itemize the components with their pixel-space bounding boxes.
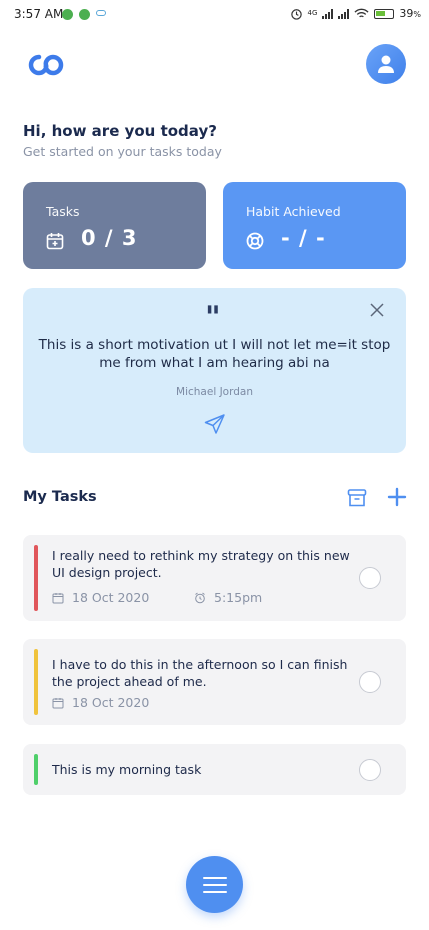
task-title: This is my morning task bbox=[52, 762, 202, 777]
add-task-icon[interactable] bbox=[386, 486, 408, 508]
send-icon[interactable] bbox=[203, 412, 227, 436]
greeting-title: Hi, how are you today? bbox=[23, 122, 217, 140]
app-logo-icon bbox=[26, 50, 66, 80]
task-complete-checkbox[interactable] bbox=[359, 671, 381, 693]
alarm-clock-icon bbox=[195, 592, 205, 603]
task-card[interactable]: I have to do this in the afternoon so I … bbox=[23, 639, 406, 725]
my-tasks-title: My Tasks bbox=[23, 489, 97, 505]
notification-icon bbox=[79, 9, 90, 20]
app-notification-icon bbox=[96, 10, 106, 16]
task-card[interactable]: This is my morning task bbox=[23, 744, 406, 795]
close-icon[interactable] bbox=[368, 301, 386, 319]
status-bar: 3:57 AM 4G 39% bbox=[0, 0, 429, 30]
tasks-card-label: Tasks bbox=[46, 204, 80, 219]
quote-mark: " bbox=[205, 300, 221, 335]
archive-icon[interactable] bbox=[346, 487, 368, 509]
profile-avatar-button[interactable] bbox=[366, 44, 406, 84]
signal-icon bbox=[338, 8, 350, 19]
greeting-subtitle: Get started on your tasks today bbox=[23, 144, 222, 159]
status-icons: 4G 39% bbox=[290, 7, 421, 20]
calendar-icon bbox=[52, 592, 64, 603]
tasks-card-value: 0 / 3 bbox=[81, 226, 138, 250]
battery-unit: % bbox=[413, 10, 421, 19]
habit-card-label: Habit Achieved bbox=[246, 204, 341, 219]
calendar-icon bbox=[52, 697, 64, 708]
task-date-text: 18 Oct 2020 bbox=[72, 695, 150, 710]
task-title: I really need to rethink my strategy on … bbox=[52, 548, 350, 580]
task-complete-checkbox[interactable] bbox=[359, 567, 381, 589]
task-priority-bar bbox=[34, 545, 38, 611]
task-title: I have to do this in the afternoon so I … bbox=[52, 657, 348, 689]
hamburger-menu-icon bbox=[202, 876, 227, 893]
task-priority-bar bbox=[34, 754, 38, 785]
lifebuoy-icon bbox=[246, 232, 264, 250]
tasks-summary-card[interactable]: Tasks 0 / 3 bbox=[23, 182, 206, 269]
task-time: 5:15pm bbox=[194, 590, 262, 605]
task-card[interactable]: I really need to rethink my strategy on … bbox=[23, 535, 406, 621]
quote-text: This is a short motivation ut I will not… bbox=[38, 337, 391, 371]
motivation-quote-card: " This is a short motivation ut I will n… bbox=[23, 288, 406, 453]
task-complete-checkbox[interactable] bbox=[359, 759, 381, 781]
notification-icon bbox=[62, 9, 73, 20]
habit-card-value: - / - bbox=[281, 226, 326, 250]
status-time: 3:57 AM bbox=[14, 7, 64, 21]
task-priority-bar bbox=[34, 649, 38, 715]
wifi-icon bbox=[354, 8, 369, 17]
battery-level: 39 bbox=[399, 7, 414, 20]
signal-icon bbox=[322, 8, 334, 19]
task-date: 18 Oct 2020 bbox=[52, 695, 149, 710]
task-date: 18 Oct 2020 bbox=[52, 590, 149, 605]
battery-icon bbox=[374, 8, 395, 19]
quote-author: Michael Jordan bbox=[176, 386, 253, 398]
menu-button[interactable] bbox=[186, 856, 243, 913]
task-date-text: 18 Oct 2020 bbox=[72, 590, 150, 605]
habit-summary-card[interactable]: Habit Achieved - / - bbox=[223, 182, 406, 269]
network-badge: 4G bbox=[307, 9, 318, 17]
user-icon bbox=[378, 55, 394, 73]
task-time-text: 5:15pm bbox=[214, 590, 263, 605]
calendar-plus-icon bbox=[46, 233, 64, 250]
alarm-icon bbox=[290, 9, 302, 20]
